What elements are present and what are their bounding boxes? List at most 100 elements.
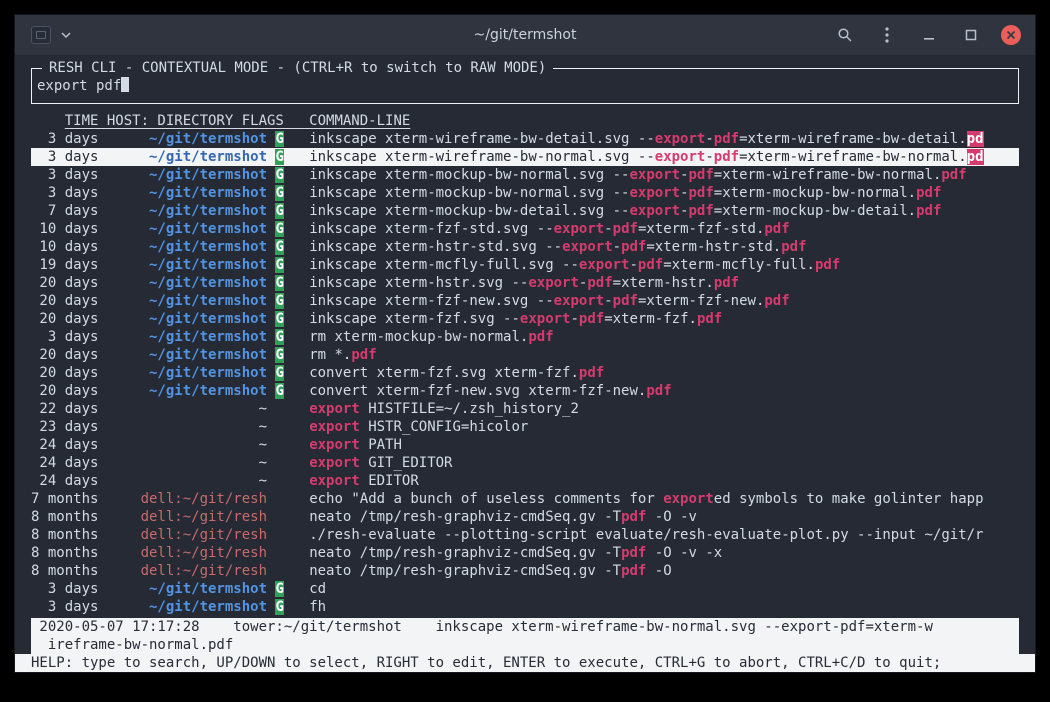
git-flag-badge: G [275,365,283,381]
host-directory-cell: ~/git/termshot [107,167,267,183]
help-bar: HELP: type to search, UP/DOWN to select,… [15,654,1035,672]
history-row[interactable]: 3 days ~/git/termshot G inkscape xterm-m… [31,184,1019,202]
history-row[interactable]: 24 days ~ export GIT_EDITOR [31,454,1019,472]
time-cell: 20 days [31,347,107,363]
command-cell: inkscape xterm-wireframe-bw-normal.svg -… [309,149,983,165]
history-row[interactable]: 3 days ~/git/termshot G inkscape xterm-m… [31,166,1019,184]
history-row[interactable]: 10 days ~/git/termshot G inkscape xterm-… [31,220,1019,238]
restore-button[interactable] [959,23,983,47]
command-cell: export HSTR_CONFIG=hicolor [309,419,528,435]
history-row[interactable]: 3 days ~/git/termshot G inkscape xterm-w… [31,148,1019,166]
titlebar[interactable]: ~/git/termshot [15,15,1035,56]
new-tab-button[interactable] [29,23,53,47]
history-row[interactable]: 10 days ~/git/termshot G inkscape xterm-… [31,238,1019,256]
history-row[interactable]: 20 days ~/git/termshot G inkscape xterm-… [31,292,1019,310]
history-row[interactable]: 23 days ~ export HSTR_CONFIG=hicolor [31,418,1019,436]
search-icon [837,27,853,43]
git-flag-badge: G [275,329,283,345]
command-cell: export GIT_EDITOR [309,455,452,471]
tab-dropdown-button[interactable] [59,23,73,47]
command-cell: export EDITOR [309,473,419,489]
history-row[interactable]: 7 days ~/git/termshot G inkscape xterm-m… [31,202,1019,220]
host-directory-cell: ~/git/termshot [107,203,267,219]
command-cell: inkscape xterm-wireframe-bw-detail.svg -… [309,131,983,147]
host-directory-cell: ~/git/termshot [107,149,267,165]
chevron-down-icon [61,32,71,38]
history-row[interactable]: 20 days ~/git/termshot G rm *.pdf [31,346,1019,364]
history-row[interactable]: 20 days ~/git/termshot G inkscape xterm-… [31,274,1019,292]
history-row[interactable]: 20 days ~/git/termshot G inkscape xterm-… [31,310,1019,328]
history-row[interactable]: 8 months dell:~/git/resh neato /tmp/resh… [31,562,1019,580]
time-cell: 22 days [31,401,107,417]
minimize-button[interactable] [917,23,941,47]
host-directory-cell: ~/git/termshot [107,383,267,399]
host-directory-cell: ~/git/termshot [107,185,267,201]
git-flag-badge: G [275,311,283,327]
host-directory-cell: ~ [107,419,267,435]
host-directory-cell: ~/git/termshot [107,131,267,147]
screen-background: { "window": { "title": "~/git/termshot" … [0,0,1050,702]
host-directory-cell: ~/git/termshot [107,581,267,597]
history-row[interactable]: 19 days ~/git/termshot G inkscape xterm-… [31,256,1019,274]
history-row[interactable]: 24 days ~ export EDITOR [31,472,1019,490]
command-cell: neato /tmp/resh-graphviz-cmdSeq.gv -Tpdf… [309,545,722,561]
command-cell: neato /tmp/resh-graphviz-cmdSeq.gv -Tpdf… [309,563,671,579]
command-cell: export HISTFILE=~/.zsh_history_2 [309,401,579,417]
command-cell: inkscape xterm-fzf-std.svg --export-pdf=… [309,221,789,237]
text-cursor-block [121,77,129,92]
git-flag-badge: G [275,383,283,399]
history-row[interactable]: 3 days ~/git/termshot G inkscape xterm-w… [31,130,1019,148]
time-cell: 10 days [31,239,107,255]
time-cell: 20 days [31,275,107,291]
command-cell: inkscape xterm-mockup-bw-normal.svg --ex… [309,167,966,183]
time-cell: 3 days [31,581,107,597]
history-row[interactable]: 3 days ~/git/termshot G rm xterm-mockup-… [31,328,1019,346]
host-directory-cell: ~/git/termshot [107,329,267,345]
host-directory-cell: ~ [107,437,267,453]
search-button[interactable] [833,23,857,47]
history-row[interactable]: 22 days ~ export HISTFILE=~/.zsh_history… [31,400,1019,418]
search-input[interactable]: export pdf [37,77,129,95]
history-row[interactable]: 20 days ~/git/termshot G convert xterm-f… [31,382,1019,400]
time-cell: 8 months [31,563,107,579]
menu-button[interactable] [875,23,899,47]
history-row[interactable]: 8 months dell:~/git/resh neato /tmp/resh… [31,508,1019,526]
time-cell: 24 days [31,437,107,453]
search-box-legend: RESH CLI - CONTEXTUAL MODE - (CTRL+R to … [42,59,553,77]
host-directory-cell: ~ [107,401,267,417]
history-list: 3 days ~/git/termshot G inkscape xterm-w… [31,130,1019,616]
close-button[interactable] [1001,25,1021,45]
command-cell: inkscape xterm-mockup-bw-detail.svg --ex… [309,203,941,219]
history-row[interactable]: 3 days ~/git/termshot G fh [31,598,1019,616]
history-row[interactable]: 8 months dell:~/git/resh neato /tmp/resh… [31,544,1019,562]
time-cell: 23 days [31,419,107,435]
command-cell: convert xterm-fzf.svg xterm-fzf.pdf [309,365,604,381]
host-directory-cell: ~/git/termshot [107,293,267,309]
history-row[interactable]: 7 months dell:~/git/resh echo "Add a bun… [31,490,1019,508]
host-directory-cell: dell:~/git/resh [107,509,267,525]
git-flag-badge: G [275,293,283,309]
time-cell: 3 days [31,131,107,147]
host-directory-cell: ~/git/termshot [107,239,267,255]
host-directory-cell: dell:~/git/resh [107,545,267,561]
git-flag-badge: G [275,599,283,615]
host-directory-cell: ~/git/termshot [107,275,267,291]
command-cell: export PATH [309,437,402,453]
history-row[interactable]: 24 days ~ export PATH [31,436,1019,454]
table-header: TIME HOST: DIRECTORY FLAGS COMMAND-LINE [31,112,1019,130]
close-icon [1006,30,1016,40]
command-cell: inkscape xterm-hstr-std.svg --export-pdf… [309,239,806,255]
time-cell: 20 days [31,293,107,309]
host-directory-cell: ~/git/termshot [107,257,267,273]
history-row[interactable]: 8 months dell:~/git/resh ./resh-evaluate… [31,526,1019,544]
command-cell: inkscape xterm-hstr.svg --export-pdf=xte… [309,275,739,291]
time-cell: 3 days [31,167,107,183]
table-header-text: TIME HOST: DIRECTORY FLAGS COMMAND-LINE [65,113,411,129]
restore-icon [965,29,977,41]
search-box[interactable]: RESH CLI - CONTEXTUAL MODE - (CTRL+R to … [31,68,1019,104]
git-flag-badge: G [275,275,283,291]
command-cell: inkscape xterm-mcfly-full.svg --export-p… [309,257,840,273]
time-cell: 20 days [31,383,107,399]
history-row[interactable]: 20 days ~/git/termshot G convert xterm-f… [31,364,1019,382]
history-row[interactable]: 3 days ~/git/termshot G cd [31,580,1019,598]
